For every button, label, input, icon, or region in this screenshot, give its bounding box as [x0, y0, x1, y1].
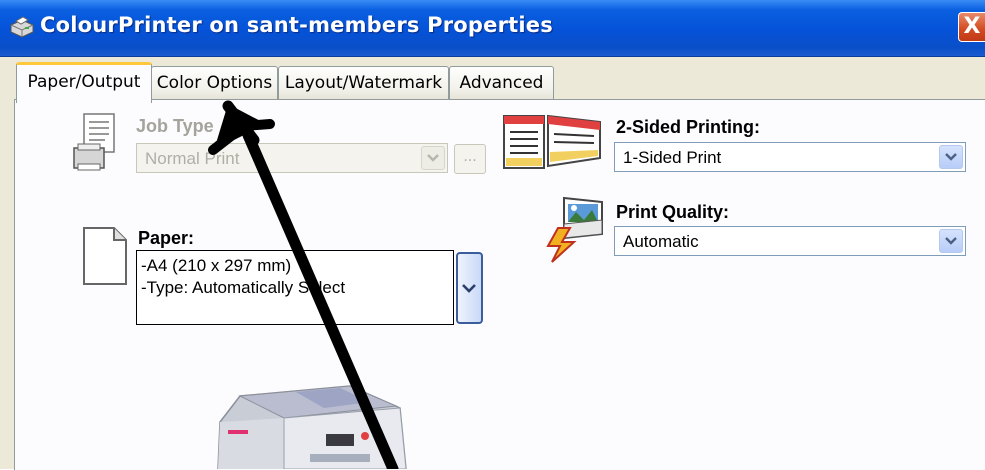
paper-label: Paper:	[138, 228, 195, 248]
chevron-down-icon[interactable]	[939, 145, 963, 169]
two-sided-printing-icon	[503, 114, 601, 169]
close-button[interactable]: X	[958, 12, 985, 42]
chevron-down-icon[interactable]	[421, 146, 445, 170]
window-title: ColourPrinter on sant-members Properties	[40, 13, 553, 37]
print-quality-value: Automatic	[623, 232, 699, 251]
tab-paper-output[interactable]: Paper/Output	[16, 62, 152, 103]
tab-layout-watermark[interactable]: Layout/Watermark	[278, 66, 449, 99]
job-type-icon	[73, 113, 115, 171]
two-sided-printing-value: 1-Sided Print	[623, 148, 722, 167]
print-quality-label: Print Quality:	[616, 202, 730, 222]
job-type-value: Normal Print	[145, 149, 240, 168]
paper-dropdown-button[interactable]	[456, 252, 483, 324]
paper-type-line: -Type: Automatically Select	[141, 278, 346, 297]
two-sided-printing-select[interactable]: 1-Sided Print	[614, 142, 966, 172]
print-quality-select[interactable]: Automatic	[614, 226, 966, 256]
two-sided-printing-label: 2-Sided Printing:	[616, 117, 760, 137]
job-type-select[interactable]: Normal Print	[136, 143, 448, 173]
chevron-down-icon	[462, 284, 476, 293]
tab-color-options[interactable]: Color Options	[151, 66, 278, 99]
paper-size-line: -A4 (210 x 297 mm)	[141, 256, 292, 275]
printer-illustration	[217, 385, 407, 469]
paper-icon	[83, 227, 127, 285]
job-type-label: Job Type	[136, 116, 214, 136]
print-quality-icon	[546, 196, 603, 263]
chevron-down-icon[interactable]	[939, 229, 963, 253]
job-type-settings-button[interactable]: ...	[454, 144, 486, 174]
paper-summary-box[interactable]: -A4 (210 x 297 mm) -Type: Automatically …	[136, 250, 454, 325]
printer-icon	[10, 16, 34, 38]
title-bar[interactable]: ColourPrinter on sant-members Properties…	[0, 0, 985, 57]
tab-advanced[interactable]: Advanced	[449, 66, 554, 99]
